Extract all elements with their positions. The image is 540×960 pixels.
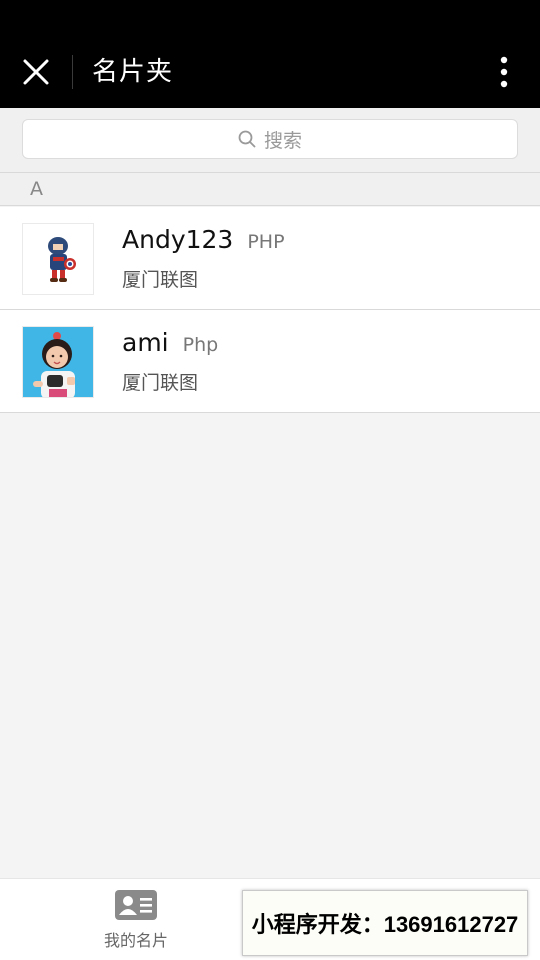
contact-row[interactable]: ami Php 厦门联图 (0, 310, 540, 413)
section-letter: A (30, 178, 43, 200)
tab-my-card[interactable]: 我的名片 (90, 889, 182, 955)
search-area: 搜索 (0, 108, 540, 172)
contact-list-page: 名片夹 搜索 A Andy123 PHP 厦门联图 ami Php 厦门联图 我… (0, 0, 540, 960)
header-divider (72, 55, 73, 89)
contact-role: PHP (247, 231, 285, 253)
business-card-icon (115, 890, 157, 920)
close-button[interactable] (16, 52, 56, 92)
contact-name: Andy123 (122, 225, 234, 254)
contact-name: ami (122, 328, 169, 357)
contact-role: Php (182, 334, 219, 356)
promo-text: 小程序开发：13691612727 (251, 912, 519, 937)
header-bar: 名片夹 (0, 0, 540, 108)
contact-name-line: ami Php (122, 328, 218, 357)
contact-name-line: Andy123 PHP (122, 225, 285, 254)
section-index-header: A (0, 172, 540, 206)
more-vertical-icon (500, 56, 508, 88)
captain-america-figure-icon (23, 224, 93, 294)
page-title: 名片夹 (92, 57, 174, 87)
contact-avatar (22, 326, 94, 398)
search-placeholder: 搜索 (263, 129, 302, 152)
contact-avatar (22, 223, 94, 295)
promo-banner: 小程序开发：13691612727 (242, 890, 528, 956)
contact-company: 厦门联图 (122, 372, 199, 394)
tab-my-card-label: 我的名片 (103, 931, 168, 950)
more-options-button[interactable] (488, 52, 520, 92)
search-icon (238, 130, 256, 148)
contact-row[interactable]: Andy123 PHP 厦门联图 (0, 207, 540, 310)
search-input[interactable]: 搜索 (22, 119, 518, 159)
child-photo-icon (23, 327, 93, 397)
close-icon (23, 59, 49, 85)
contact-list: Andy123 PHP 厦门联图 ami Php 厦门联图 (0, 207, 540, 413)
contact-company: 厦门联图 (122, 269, 199, 291)
